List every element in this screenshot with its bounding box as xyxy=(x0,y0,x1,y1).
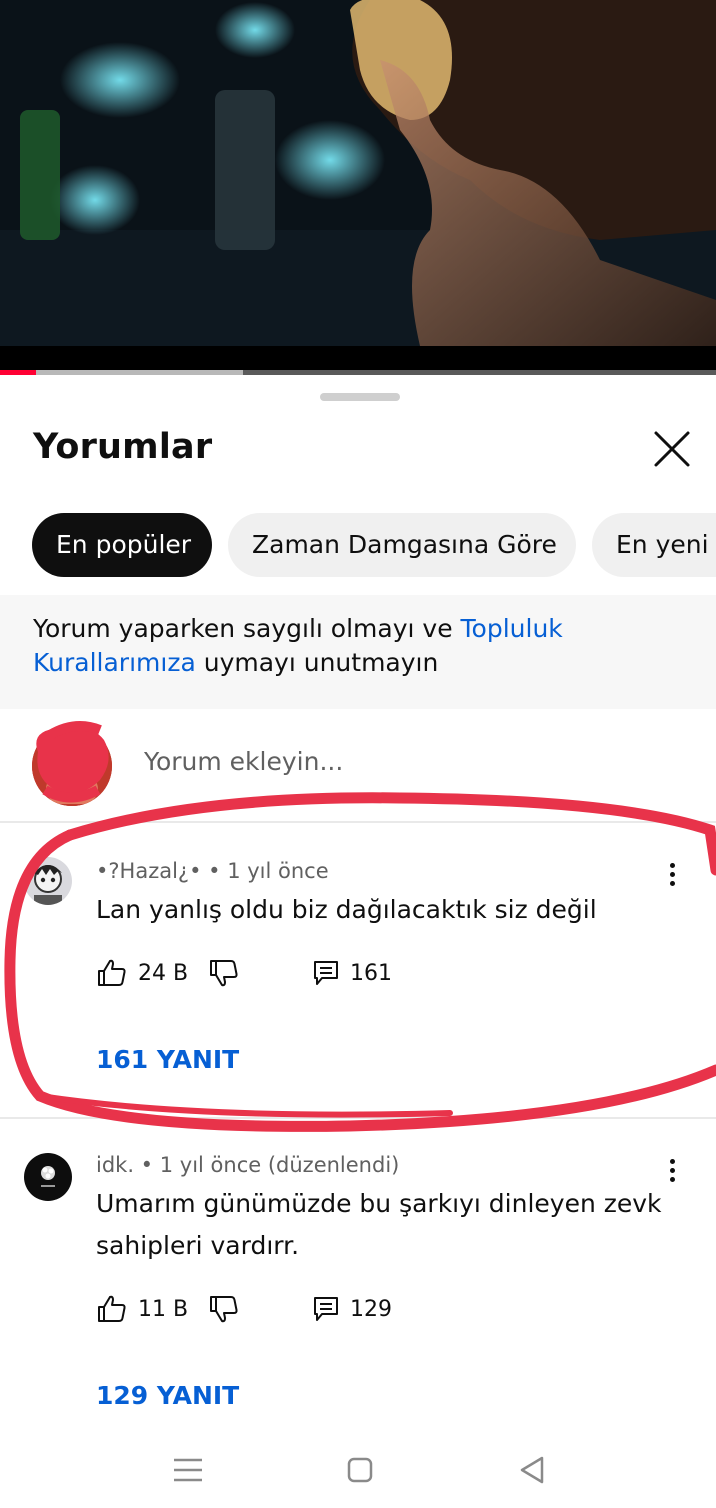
nav-home-button[interactable] xyxy=(336,1446,384,1494)
chip-en-yeni[interactable]: En yeni xyxy=(592,513,716,577)
avatar xyxy=(32,726,112,806)
view-replies-button[interactable]: 129 YANIT xyxy=(96,1381,239,1410)
commenter-avatar-icon xyxy=(24,1153,72,1201)
more-vert-icon xyxy=(660,1159,684,1182)
more-vert-icon xyxy=(660,863,684,886)
notice-text-before: Yorum yaparken saygılı olmayı ve xyxy=(33,614,461,643)
comment-text: Umarım günümüzde bu şarkıyı dinleyen zev… xyxy=(96,1189,662,1260)
like-icon xyxy=(98,1295,126,1322)
like-count: 11 B xyxy=(138,1296,189,1322)
video-player[interactable] xyxy=(0,0,716,372)
video-progress-played xyxy=(0,370,36,375)
comment-meta: •?Hazal¿• • 1 yıl önce xyxy=(96,859,329,883)
reply-icon xyxy=(314,961,338,985)
chip-en-populer[interactable]: En popüler xyxy=(32,513,212,577)
commenter-avatar-icon xyxy=(24,857,72,905)
comments-sheet: Yorumlar En popüler Zaman Damgasına Göre… xyxy=(0,377,716,1508)
notice-text: Yorum yaparken saygılı olmayı ve Toplulu… xyxy=(33,612,683,680)
sort-chips: En popüler Zaman Damgasına Göre En yeni xyxy=(32,513,716,577)
video-progress-buffered xyxy=(0,370,244,375)
add-comment-row: Yorum ekleyin... xyxy=(0,709,716,821)
dislike-icon xyxy=(210,960,238,987)
comment-actions: 11 B 129 xyxy=(96,1289,496,1329)
comments-title: Yorumlar xyxy=(33,427,213,467)
video-progress-bar[interactable] xyxy=(0,370,716,375)
comment-text: Lan yanlış oldu biz dağılacaktık siz değ… xyxy=(96,895,597,924)
comment-item: idk. • 1 yıl önce (düzenlendi) Umarım gü… xyxy=(0,1119,716,1429)
add-comment-input[interactable]: Yorum ekleyin... xyxy=(144,747,343,776)
nav-back-icon xyxy=(520,1456,544,1484)
system-nav-bar xyxy=(0,1432,716,1508)
notice-text-after: uymayı unutmayın xyxy=(195,648,439,677)
close-icon xyxy=(654,431,690,467)
dislike-button[interactable] xyxy=(208,1289,240,1329)
reply-count: 161 xyxy=(350,960,392,986)
reply-button[interactable]: 129 xyxy=(312,1289,392,1329)
reply-icon xyxy=(314,1297,338,1321)
video-bottom-bar xyxy=(0,346,716,372)
comment-actions: 24 B 161 xyxy=(96,953,496,993)
comment-meta: idk. • 1 yıl önce (düzenlendi) xyxy=(96,1153,400,1177)
reply-count: 129 xyxy=(350,1296,392,1322)
user-avatar-icon xyxy=(32,726,112,806)
nav-back-button[interactable] xyxy=(508,1446,556,1494)
like-button[interactable]: 24 B xyxy=(96,953,188,993)
like-button[interactable]: 11 B xyxy=(96,1289,188,1329)
view-replies-button[interactable]: 161 YANIT xyxy=(96,1045,239,1074)
nav-recents-icon xyxy=(174,1458,202,1482)
avatar[interactable] xyxy=(24,857,72,905)
avatar[interactable] xyxy=(24,1153,72,1201)
comment-item: •?Hazal¿• • 1 yıl önce Lan yanlış oldu b… xyxy=(0,823,716,1117)
nav-recents-button[interactable] xyxy=(164,1446,212,1494)
chip-zaman-damgasina-gore[interactable]: Zaman Damgasına Göre xyxy=(228,513,576,577)
nav-home-icon xyxy=(347,1457,373,1483)
close-button[interactable] xyxy=(650,427,694,471)
dislike-icon xyxy=(210,1296,238,1323)
drag-handle[interactable] xyxy=(320,393,400,401)
dislike-button[interactable] xyxy=(208,953,240,993)
reply-button[interactable]: 161 xyxy=(312,953,392,993)
like-count: 24 B xyxy=(138,960,189,986)
community-notice: Yorum yaparken saygılı olmayı ve Toplulu… xyxy=(0,595,716,709)
like-icon xyxy=(98,959,126,986)
video-frame xyxy=(0,0,716,346)
